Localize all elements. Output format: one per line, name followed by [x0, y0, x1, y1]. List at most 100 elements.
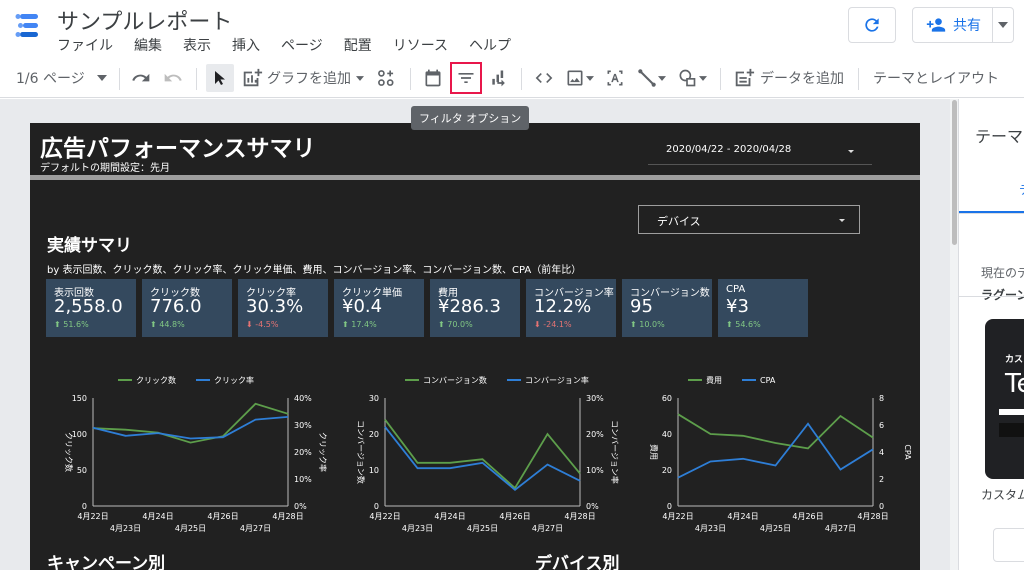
kpi-card[interactable]: CPA ¥3 ⬆ 54.6% — [718, 279, 808, 337]
theme-preview-card[interactable]: カス Te — [985, 319, 1024, 479]
add-data-button[interactable]: データを追加 — [733, 58, 844, 98]
arrow-up-icon: ⬆ — [438, 320, 448, 329]
summary-section-subtitle: by 表示回数、クリック数、クリック率、クリック単価、費用、コンバージョン率、コ… — [47, 265, 582, 276]
line-button[interactable] — [637, 58, 666, 98]
series-line[interactable] — [92, 416, 289, 440]
share-button[interactable]: 共有 — [912, 7, 1014, 43]
embed-url-button[interactable] — [534, 58, 554, 98]
sort-control-button[interactable] — [489, 58, 509, 98]
menu-insert[interactable]: 挿入 — [232, 35, 260, 55]
date-range-control-button[interactable] — [423, 58, 443, 98]
x-tick: 4月24日 — [142, 512, 173, 521]
kpi-delta: ⬆ 70.0% — [438, 320, 473, 329]
chart-cost-cpa[interactable]: 費用 CPA020406002468費用 CPA4月22日 4月24日 4月26日 4月2… — [623, 368, 913, 553]
page-selector[interactable]: 1/6 ページ — [16, 58, 107, 98]
redo-icon — [164, 73, 182, 82]
theme-card-heading: カス — [1005, 355, 1024, 365]
filter-options-tooltip: フィルタ オプション — [411, 106, 530, 130]
x-tick: 4月26日 — [792, 512, 823, 521]
kpi-card[interactable]: クリック率 30.3% ⬇ -4.5% — [238, 279, 328, 337]
date-range-picker[interactable]: 2020/04/22 - 2020/04/28 — [648, 137, 872, 165]
device-filter-dropdown[interactable]: デバイス — [638, 205, 860, 234]
add-data-icon — [735, 68, 755, 87]
menu-resource[interactable]: リソース — [393, 35, 448, 55]
theme-layout-button[interactable]: テーマとレイアウト — [873, 58, 999, 98]
y-tick-left: 20 — [369, 430, 379, 439]
legend-label: クリック率 — [214, 375, 254, 385]
share-dropdown[interactable] — [993, 22, 1013, 28]
report-title[interactable]: サンプルレポート — [57, 4, 232, 36]
menu-page[interactable]: ページ — [281, 35, 323, 55]
series-line[interactable] — [384, 419, 581, 490]
kpi-value: 30.3% — [246, 296, 304, 317]
refresh-icon — [865, 18, 879, 32]
arrow-up-icon: ⬆ — [726, 320, 736, 329]
legend-label: コンバージョン率 — [525, 375, 589, 385]
x-tick: 4月22日 — [77, 512, 108, 521]
theme-card-bar — [999, 423, 1024, 437]
kpi-label: CPA — [726, 284, 746, 295]
legend-label: 費用 — [706, 375, 722, 385]
share-label: 共有 — [953, 18, 981, 34]
undo-icon — [132, 73, 150, 82]
shape-button[interactable] — [676, 58, 707, 98]
add-chart-button[interactable]: グラフを追加 — [241, 58, 364, 98]
x-tick: 4月28日 — [272, 512, 303, 521]
undo-button[interactable] — [131, 58, 151, 98]
kpi-card[interactable]: コンバージョン率 12.2% ⬇ -24.1% — [526, 279, 616, 337]
toolbar-divider — [196, 68, 197, 90]
share-main[interactable]: 共有 — [913, 8, 994, 42]
y-axis-label-right: CPA — [903, 444, 912, 460]
kpi-delta-value: 10.0% — [639, 320, 665, 329]
text-box-button[interactable] — [605, 58, 625, 98]
date-range-text: 2020/04/22 - 2020/04/28 — [666, 144, 792, 155]
series-line[interactable] — [92, 402, 289, 444]
kpi-delta: ⬇ -24.1% — [534, 320, 572, 329]
toolbar-divider — [410, 68, 411, 90]
kpi-card[interactable]: クリック単価 ¥0.4 ⬆ 17.4% — [334, 279, 424, 337]
menu-view[interactable]: 表示 — [183, 35, 211, 55]
menu-edit[interactable]: 編集 — [134, 35, 162, 55]
y-tick-right: 10% — [586, 466, 604, 475]
filter-highlight-box — [450, 62, 482, 94]
redo-button[interactable] — [163, 58, 183, 98]
menu-file[interactable]: ファイル — [57, 35, 113, 55]
arrow-up-icon: ⬆ — [150, 320, 160, 329]
arrow-up-icon: ⬆ — [630, 320, 640, 329]
series-line[interactable] — [677, 413, 874, 450]
y-tick-left: 30 — [369, 394, 379, 403]
data-studio-logo-icon[interactable] — [14, 12, 42, 40]
x-tick: 4月25日 — [760, 524, 791, 533]
x-tick: 4月28日 — [857, 512, 888, 521]
chart-conversions[interactable]: コンバージョン数 コンバージョン率01020300%10%20%30%コンバージョ… — [330, 368, 620, 553]
kpi-card[interactable]: 費用 ¥286.3 ⬆ 70.0% — [430, 279, 520, 337]
y-tick-right: 4 — [879, 448, 884, 457]
page-indicator: 1/6 ページ — [16, 71, 85, 87]
data-control-icon — [492, 70, 505, 87]
theme-panel-title: テーマ — [975, 127, 1024, 146]
kpi-card[interactable]: クリック数 776.0 ⬆ 44.8% — [142, 279, 232, 337]
shapes-icon — [679, 69, 696, 87]
theme-panel-tab[interactable]: テ — [1019, 181, 1024, 198]
image-button[interactable] — [565, 58, 594, 98]
kpi-card[interactable]: コンバージョン数 95 ⬆ 10.0% — [622, 279, 712, 337]
kpi-value: ¥0.4 — [342, 296, 383, 317]
arrow-down-icon: ⬇ — [246, 320, 256, 329]
x-tick: 4月27日 — [825, 524, 856, 533]
add-control-button[interactable] — [376, 58, 396, 98]
current-theme-label: 現在のテ — [981, 266, 1024, 280]
y-tick-right: 40% — [294, 394, 312, 403]
canvas-scroll-thumb[interactable] — [952, 100, 957, 245]
kpi-delta-value: 17.4% — [351, 320, 377, 329]
menu-arrange[interactable]: 配置 — [344, 35, 372, 55]
kpi-card[interactable]: 表示回数 2,558.0 ⬆ 51.6% — [46, 279, 136, 337]
kpi-delta: ⬆ 10.0% — [630, 320, 665, 329]
menu-help[interactable]: ヘルプ — [469, 35, 511, 55]
select-tool-button[interactable] — [206, 64, 234, 92]
y-tick-right: 0% — [586, 502, 599, 511]
customize-button[interactable] — [993, 528, 1024, 562]
legend-label: コンバージョン数 — [423, 375, 487, 385]
refresh-button[interactable] — [848, 7, 896, 43]
chart-clicks-ctr[interactable]: クリック数 クリック率0501001500%10%20%30%40%クリック数 クリ… — [38, 368, 328, 553]
image-icon — [567, 70, 583, 86]
